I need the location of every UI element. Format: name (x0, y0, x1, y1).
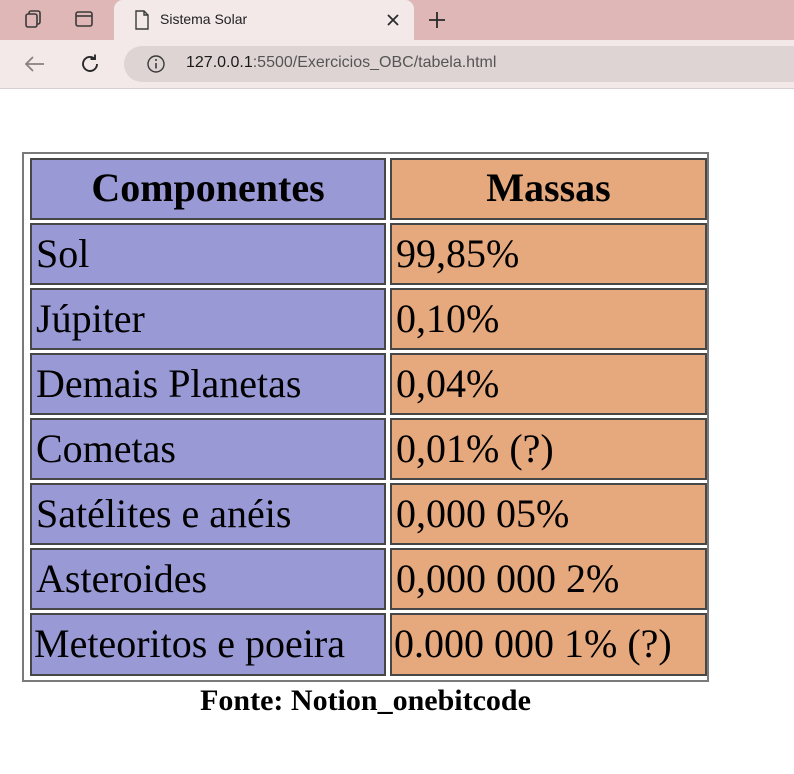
row-mass: 0,10% (390, 288, 707, 350)
close-tab-icon[interactable] (384, 11, 402, 34)
solar-system-table: Componentes Massas Sol 99,85% Júpiter 0,… (22, 152, 709, 682)
active-tab[interactable]: Sistema Solar (114, 0, 414, 40)
row-mass: 0.000 000 1% (?) (390, 613, 707, 676)
page-icon (134, 10, 150, 35)
workspaces-icon[interactable] (22, 8, 44, 30)
reload-icon[interactable] (78, 52, 102, 81)
row-mass: 99,85% (390, 223, 707, 285)
row-mass: 0,01% (?) (390, 418, 707, 480)
row-mass: 0,04% (390, 353, 707, 415)
row-component: Meteoritos e poeira (30, 613, 386, 676)
tab-strip: Sistema Solar (0, 0, 794, 40)
row-component: Cometas (30, 418, 386, 480)
row-component: Sol (30, 223, 386, 285)
url-text: 127.0.0.1:5500/Exercicios_OBC/tabela.htm… (186, 54, 496, 72)
row-component: Satélites e anéis (30, 483, 386, 545)
back-icon[interactable] (22, 52, 48, 81)
tab-actions-icon[interactable] (73, 8, 95, 30)
row-mass: 0,000 000 2% (390, 548, 707, 610)
row-mass: 0,000 05% (390, 483, 707, 545)
table-caption: Fonte: Notion_onebitcode (200, 684, 531, 717)
header-components: Componentes (30, 158, 386, 220)
site-info-icon[interactable] (146, 54, 166, 79)
header-masses: Massas (390, 158, 707, 220)
row-component: Demais Planetas (30, 353, 386, 415)
row-component: Júpiter (30, 288, 386, 350)
url-host: 127.0.0.1 (186, 54, 253, 71)
tab-title: Sistema Solar (160, 11, 248, 27)
url-field[interactable]: 127.0.0.1:5500/Exercicios_OBC/tabela.htm… (124, 46, 794, 82)
url-path: :5500/Exercicios_OBC/tabela.html (252, 54, 497, 71)
new-tab-icon[interactable] (426, 9, 448, 36)
address-bar-row: 127.0.0.1:5500/Exercicios_OBC/tabela.htm… (0, 40, 794, 89)
row-component: Asteroides (30, 548, 386, 610)
